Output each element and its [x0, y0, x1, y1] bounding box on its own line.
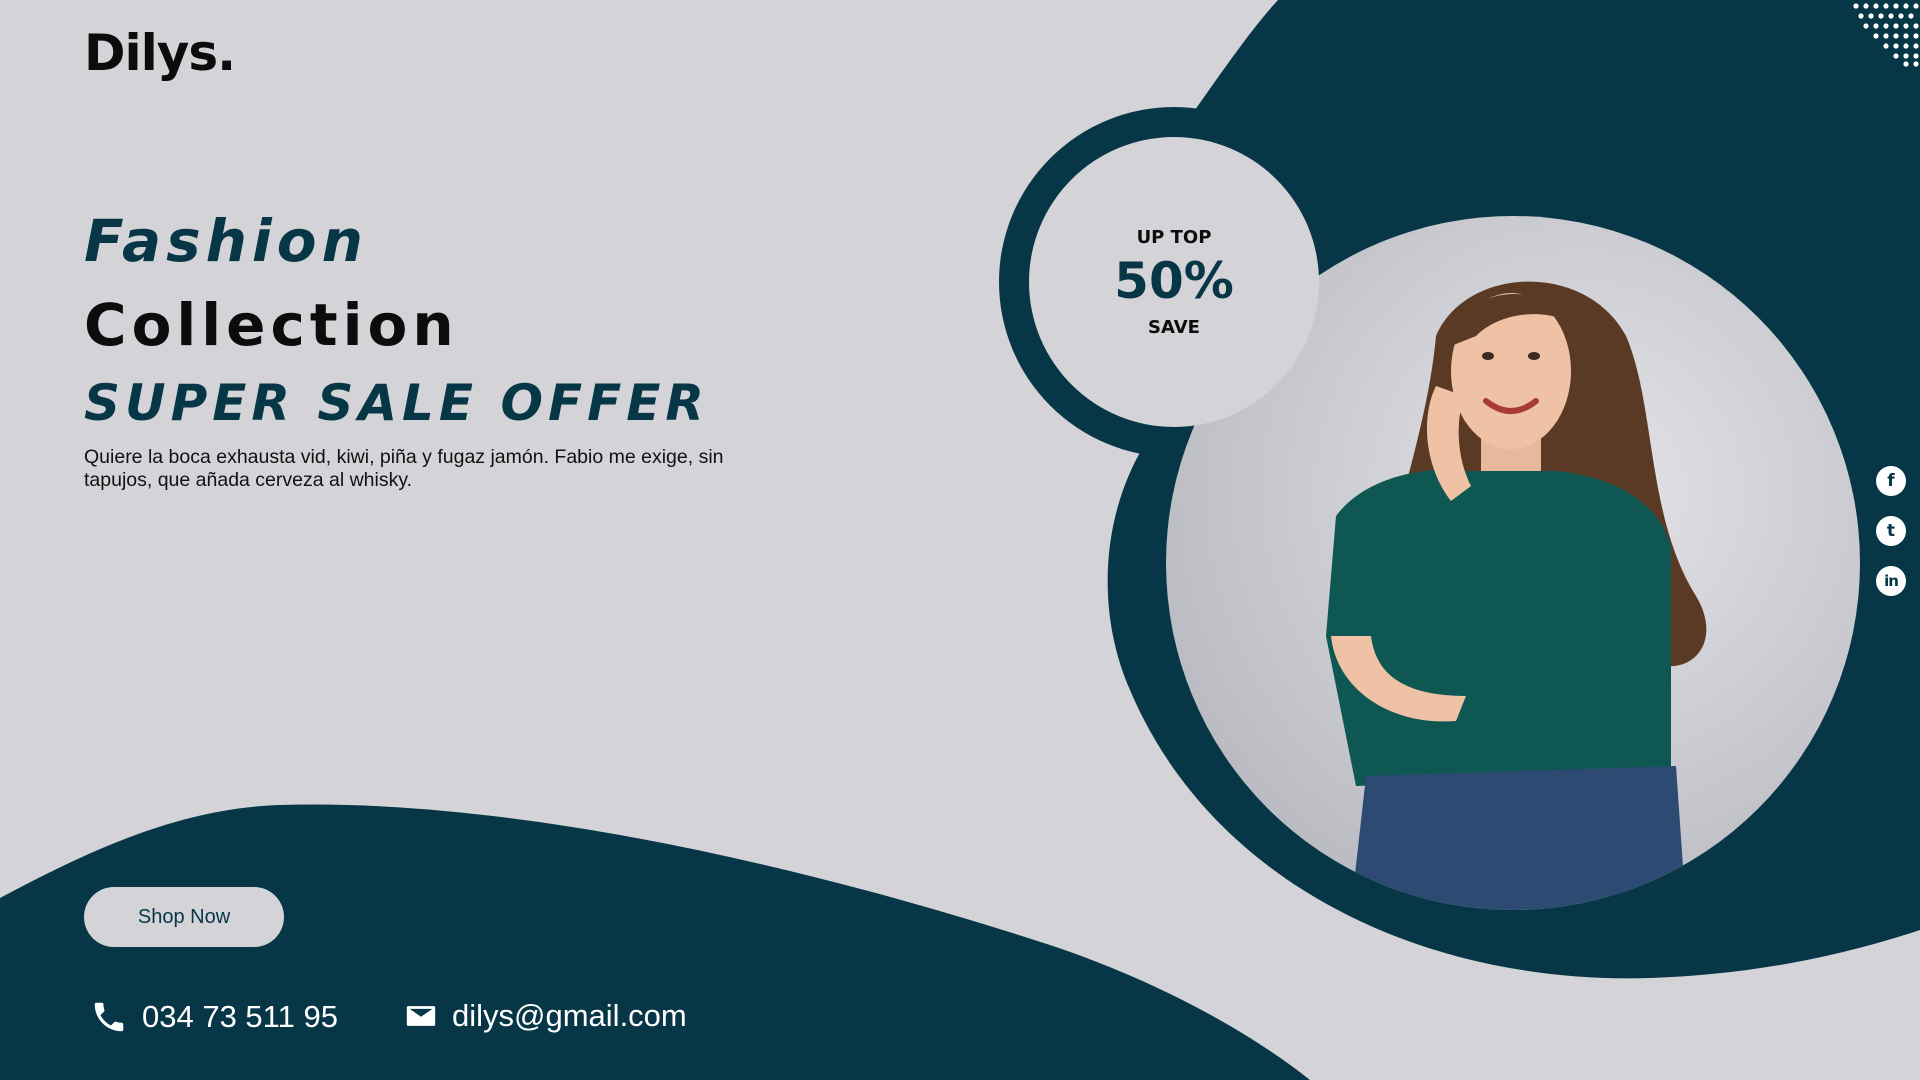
headline-sale-offer: SUPER SALE OFFER — [84, 374, 709, 432]
badge-bottom-text: SAVE — [1148, 316, 1200, 338]
discount-badge: UP TOP 50% SAVE — [1029, 137, 1319, 427]
contact-email[interactable]: dilys@gmail.com — [404, 998, 687, 1034]
headline-fashion: Fashion — [84, 207, 368, 275]
social-links: f t in — [1876, 466, 1906, 596]
badge-top-text: UP TOP — [1136, 226, 1212, 248]
hero-description: Quiere la boca exhausta vid, kiwi, piña … — [84, 446, 724, 491]
badge-percentage: 50% — [1114, 251, 1234, 310]
brand-logo[interactable]: Dilys. — [84, 24, 236, 82]
linkedin-icon[interactable]: in — [1876, 566, 1906, 596]
email-address: dilys@gmail.com — [452, 998, 687, 1033]
phone-icon — [90, 998, 128, 1036]
twitter-icon[interactable]: t — [1876, 516, 1906, 546]
facebook-icon[interactable]: f — [1876, 466, 1906, 496]
banner: Dilys. Fashion Collection SUPER SALE OFF… — [0, 0, 1920, 1080]
phone-number: 034 73 511 95 — [142, 999, 338, 1034]
contact-phone[interactable]: 034 73 511 95 — [90, 998, 338, 1036]
mail-icon — [404, 999, 438, 1033]
headline-collection: Collection — [84, 291, 459, 359]
shop-now-button[interactable]: Shop Now — [84, 887, 284, 947]
